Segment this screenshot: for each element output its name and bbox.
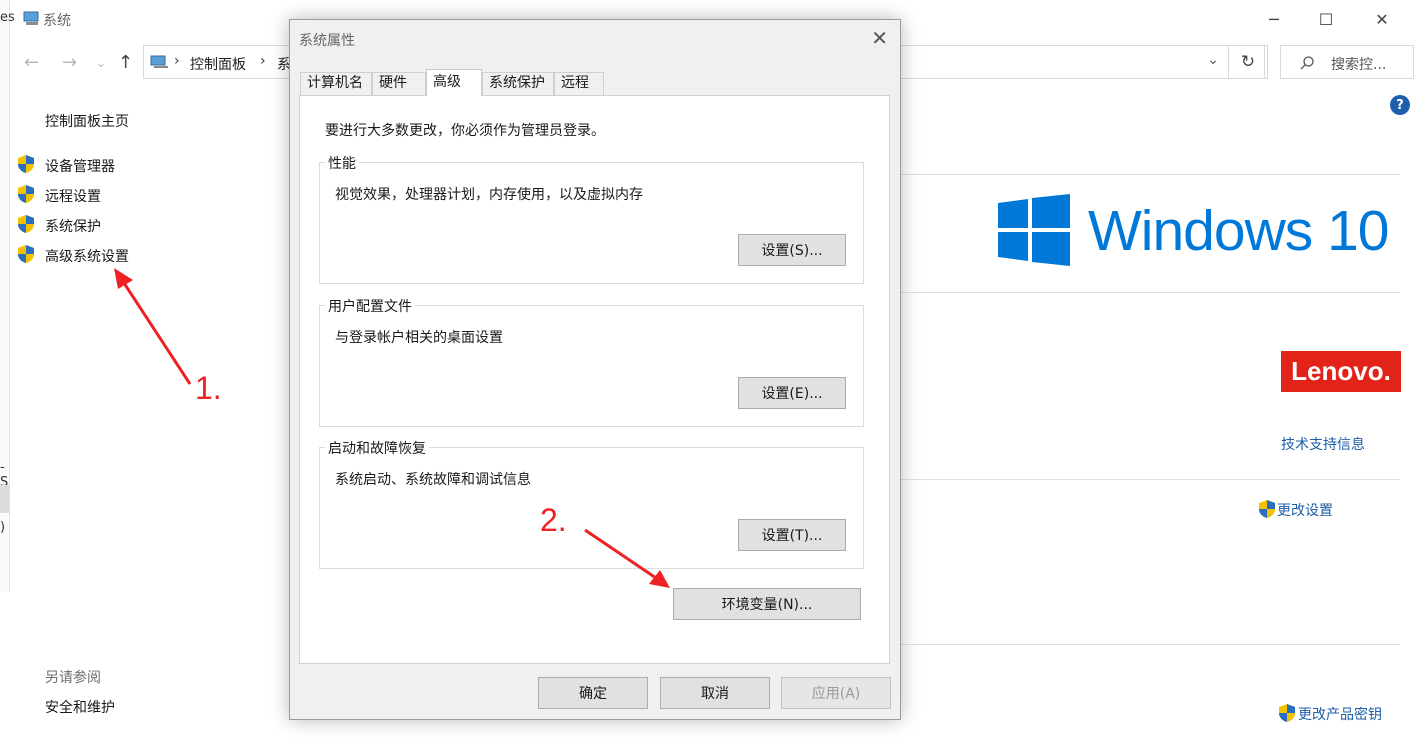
sidebar-control-panel-home[interactable]: 控制面板主页 <box>45 111 129 131</box>
performance-group: 性能 视觉效果，处理器计划，内存使用，以及虚拟内存 设置(S)... <box>319 153 864 284</box>
windows-10-brand: Windows 10 <box>1088 199 1389 263</box>
maximize-button[interactable]: ☐ <box>1298 0 1354 38</box>
uac-shield-icon <box>18 155 34 173</box>
left-stub-text: ) <box>0 520 6 535</box>
up-arrow-icon[interactable]: ↑ <box>118 52 133 73</box>
tab-advanced[interactable]: 高级 <box>426 69 482 96</box>
divider <box>900 292 1400 293</box>
environment-variables-button[interactable]: 环境变量(N)... <box>673 588 861 620</box>
system-info-panel: ? Windows 10 Lenovo. 技术支持信息 更改设置 更改产品密钥 <box>900 86 1424 750</box>
left-stub-selection <box>0 485 10 513</box>
apply-button[interactable]: 应用(A) <box>781 677 891 709</box>
startup-recovery-group: 启动和故障恢复 系统启动、系统故障和调试信息 设置(T)... <box>319 438 864 569</box>
breadcrumb-chevron-icon: › <box>260 53 266 69</box>
user-profiles-group: 用户配置文件 与登录帐户相关的桌面设置 设置(E)... <box>319 296 864 427</box>
windows-logo-icon <box>998 194 1070 266</box>
advanced-tab-panel: 要进行大多数更改，你必须作为管理员登录。 性能 视觉效果，处理器计划，内存使用，… <box>299 95 890 664</box>
minimize-button[interactable]: ─ <box>1246 0 1302 38</box>
uac-shield-icon <box>18 245 34 263</box>
close-button[interactable]: ✕ <box>1354 0 1410 38</box>
uac-shield-icon <box>1259 500 1275 518</box>
group-description: 与登录帐户相关的桌面设置 <box>335 330 503 346</box>
divider <box>900 479 1400 480</box>
tab-remote[interactable]: 远程 <box>554 72 604 95</box>
background-window-strip: es -S ) <box>0 0 15 592</box>
sidebar-item-system-protection[interactable]: 系统保护 <box>45 216 101 236</box>
group-description: 系统启动、系统故障和调试信息 <box>335 472 531 488</box>
sidebar-item-remote-settings[interactable]: 远程设置 <box>45 186 101 206</box>
tab-hardware[interactable]: 硬件 <box>372 72 426 95</box>
help-icon[interactable]: ? <box>1390 95 1410 115</box>
sidebar-item-security-maintenance[interactable]: 安全和维护 <box>45 697 115 717</box>
admin-notice: 要进行大多数更改，你必须作为管理员登录。 <box>325 123 605 139</box>
performance-settings-button[interactable]: 设置(S)... <box>738 234 846 266</box>
cancel-button[interactable]: 取消 <box>660 677 770 709</box>
search-placeholder: 搜索控... <box>1331 57 1387 73</box>
back-arrow-icon[interactable]: ← <box>24 52 39 73</box>
search-box[interactable]: 搜索控... <box>1280 45 1414 79</box>
sidebar-item-device-manager[interactable]: 设备管理器 <box>45 156 115 176</box>
breadcrumb-control-panel[interactable]: 控制面板 <box>190 54 246 74</box>
control-panel-icon <box>150 55 168 68</box>
group-legend: 性能 <box>325 153 359 173</box>
forward-arrow-icon[interactable]: → <box>62 52 77 73</box>
divider <box>900 644 1400 645</box>
support-info-link[interactable]: 技术支持信息 <box>1281 434 1365 454</box>
divider <box>900 174 1400 175</box>
sidebar-item-advanced-settings[interactable]: 高级系统设置 <box>45 246 129 266</box>
change-settings-link[interactable]: 更改设置 <box>1277 500 1333 520</box>
ok-button[interactable]: 确定 <box>538 677 648 709</box>
user-profiles-settings-button[interactable]: 设置(E)... <box>738 377 846 409</box>
see-also-heading: 另请参阅 <box>45 670 101 686</box>
dialog-close-icon[interactable]: ✕ <box>871 26 888 50</box>
tab-computer-name[interactable]: 计算机名 <box>300 72 372 95</box>
startup-recovery-settings-button[interactable]: 设置(T)... <box>738 519 846 551</box>
window-title: 系统 <box>43 13 71 29</box>
recent-chevron-icon[interactable]: ⌄ <box>96 56 106 70</box>
system-properties-dialog: 系统属性 ✕ 计算机名 硬件 高级 系统保护 远程 要进行大多数更改，你必须作为… <box>289 19 901 720</box>
uac-shield-icon <box>18 185 34 203</box>
uac-shield-icon <box>1279 704 1295 722</box>
group-legend: 用户配置文件 <box>325 296 415 316</box>
dialog-title: 系统属性 <box>299 33 355 49</box>
breadcrumb-chevron-icon: › <box>174 53 180 69</box>
search-icon <box>1300 56 1314 70</box>
group-description: 视觉效果，处理器计划，内存使用，以及虚拟内存 <box>335 187 643 203</box>
system-app-icon <box>23 11 39 25</box>
lenovo-logo: Lenovo. <box>1281 351 1401 392</box>
address-dropdown-icon[interactable]: ⌄ <box>1207 52 1219 68</box>
change-product-key-link[interactable]: 更改产品密钥 <box>1298 704 1382 724</box>
sidebar: 控制面板主页 设备管理器 远程设置 系统保护 高级系统设置 另请参阅 安全和维护 <box>10 86 280 750</box>
group-legend: 启动和故障恢复 <box>325 438 429 458</box>
refresh-button[interactable]: ↻ <box>1228 45 1268 79</box>
uac-shield-icon <box>18 215 34 233</box>
tab-system-protection[interactable]: 系统保护 <box>482 72 554 95</box>
